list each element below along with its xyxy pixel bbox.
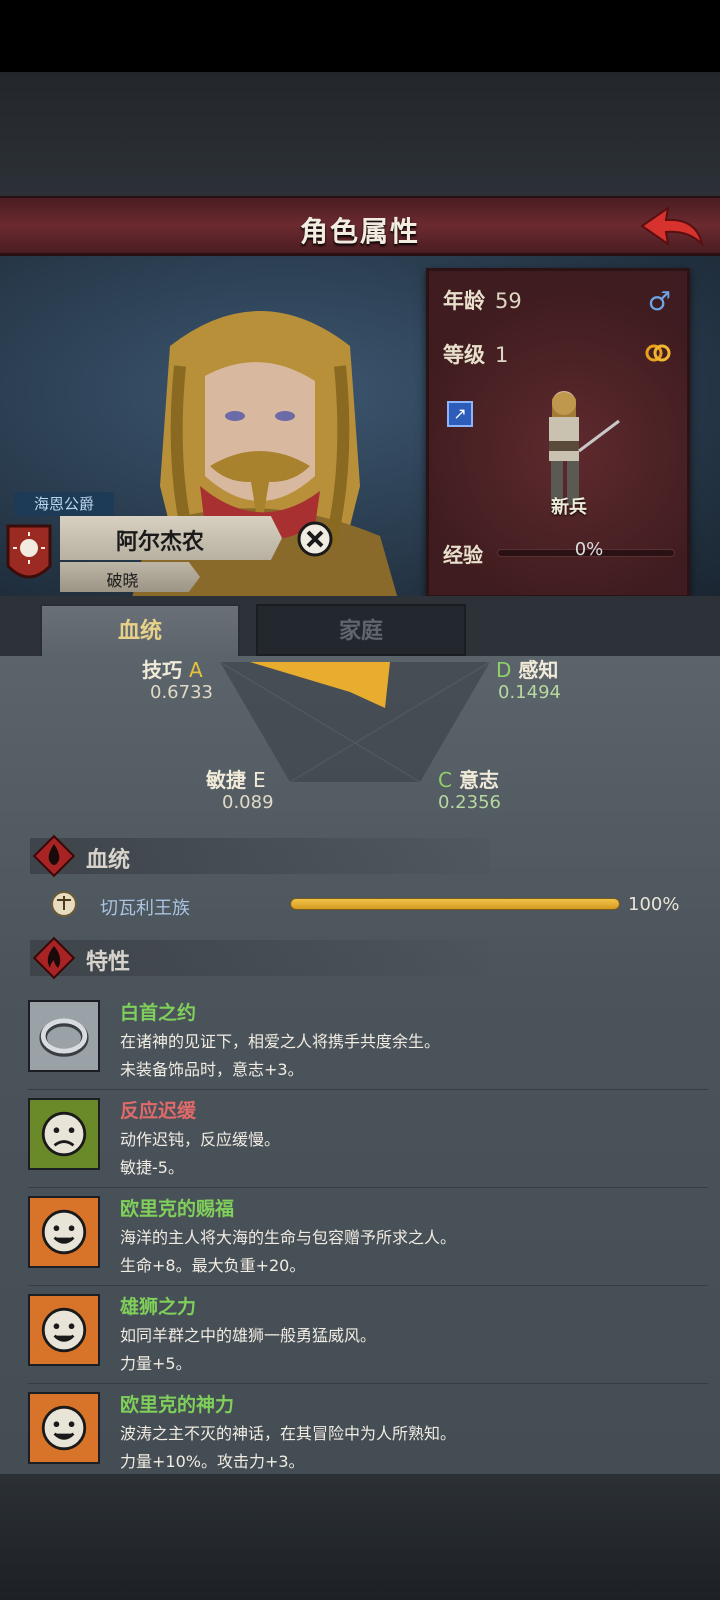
trait-effect: 力量+10%。攻击力+3。 [120,1452,305,1471]
exp-label: 经验 [443,543,483,567]
attr-will-label: C 意志 [438,768,499,792]
trait-item[interactable]: 雄狮之力 如同羊群之中的雄狮一般勇猛威风。 力量+5。 [28,1288,708,1384]
bloodline-progress-bar [290,898,620,910]
trait-description: 在诸神的见证下，相爱之人将携手共度余生。 [120,1032,441,1051]
scales-icon [51,891,77,917]
bottom-backdrop [0,1474,720,1600]
level-label: 等级 [443,343,485,367]
attr-perception-grade: D [496,658,512,682]
smile-face-icon [28,1392,100,1464]
trait-description: 如同羊群之中的雄狮一般勇猛威风。 [120,1326,377,1345]
trait-item[interactable]: 欧里克的神力 波涛之主不灭的神话，在其冒险中为人所熟知。 力量+10%。攻击力+… [28,1386,708,1482]
attr-perception-value: 0.1494 [498,682,561,703]
stats-card: 年龄 59 ♂ 等级 1 ↗ 新兵 经验 0% [426,268,690,598]
page-title: 角色属性 [299,215,420,248]
character-name[interactable]: 阿尔杰农 [60,524,260,556]
smile-face-icon [28,1196,100,1268]
male-icon: ♂ [647,287,671,317]
header-bar: 角色属性 [0,196,720,256]
trait-effect: 敏捷-5。 [120,1158,184,1177]
trait-name: 白首之约 [120,1002,197,1024]
level-row: 等级 1 [443,339,508,369]
smile-face-icon [28,1294,100,1366]
attr-will-grade: C [438,768,452,792]
attr-agility-value: 0.089 [222,792,274,813]
trait-name: 欧里克的赐福 [120,1198,235,1220]
attr-agility-label: 敏捷 E [206,768,266,792]
trait-effect: 力量+5。 [120,1354,192,1373]
character-title: 破晓 [106,571,139,590]
tab-family[interactable]: 家庭 [256,604,466,656]
sad-face-icon [28,1098,100,1170]
attr-agility-grade: E [252,768,266,792]
close-icon[interactable] [296,520,334,558]
class-name: 新兵 [551,497,587,518]
age-label: 年龄 [443,289,485,313]
trait-name: 反应迟缓 [120,1100,197,1122]
traits-section-title: 特性 [86,950,131,975]
trait-effect: 未装备饰品时，意志+3。 [120,1060,304,1079]
trait-item[interactable]: 欧里克的赐福 海洋的主人将大海的生命与包容赠予所求之人。 生命+8。最大负重+2… [28,1190,708,1286]
trait-description: 海洋的主人将大海的生命与包容赠予所求之人。 [120,1228,457,1247]
tab-bloodline[interactable]: 血统 [40,604,240,656]
attr-will-value: 0.2356 [438,792,501,813]
age-value: 59 [495,289,522,313]
house-shield-icon[interactable] [4,522,54,592]
bloodline-name: 切瓦利王族 [100,898,190,919]
flame-icon [32,936,76,980]
trait-item[interactable]: 白首之约 在诸神的见证下，相爱之人将携手共度余生。 未装备饰品时，意志+3。 [28,994,708,1090]
exp-percent: 0% [574,539,604,560]
attr-skill-grade: A [188,658,203,682]
attr-perception-label: D 感知 [496,658,559,682]
trait-name: 欧里克的神力 [120,1394,235,1416]
status-bar-area [0,0,720,72]
attr-skill-value: 0.6733 [150,682,213,703]
trait-item[interactable]: 反应迟缓 动作迟钝，反应缓慢。 敏捷-5。 [28,1092,708,1188]
bloodline-section-title: 血统 [86,848,131,873]
dagger-icon[interactable]: ↗ [447,401,473,427]
ring-icon [28,1000,100,1072]
trait-description: 动作迟钝，反应缓慢。 [120,1130,281,1149]
bloodline-percent: 100% [628,894,680,915]
ring-icon[interactable] [643,341,673,365]
trait-description: 波涛之主不灭的神话，在其冒险中为人所熟知。 [120,1424,457,1443]
blood-drop-icon [32,834,76,878]
back-arrow-icon[interactable] [638,204,706,252]
top-backdrop [0,72,720,196]
level-value: 1 [495,343,509,367]
trait-effect: 生命+8。最大负重+20。 [120,1256,306,1275]
attr-skill-label: 技巧 A [142,658,203,682]
trait-name: 雄狮之力 [120,1296,197,1318]
age-row: 年龄 59 [443,285,522,315]
house-label: 海恩公爵 [14,492,114,516]
